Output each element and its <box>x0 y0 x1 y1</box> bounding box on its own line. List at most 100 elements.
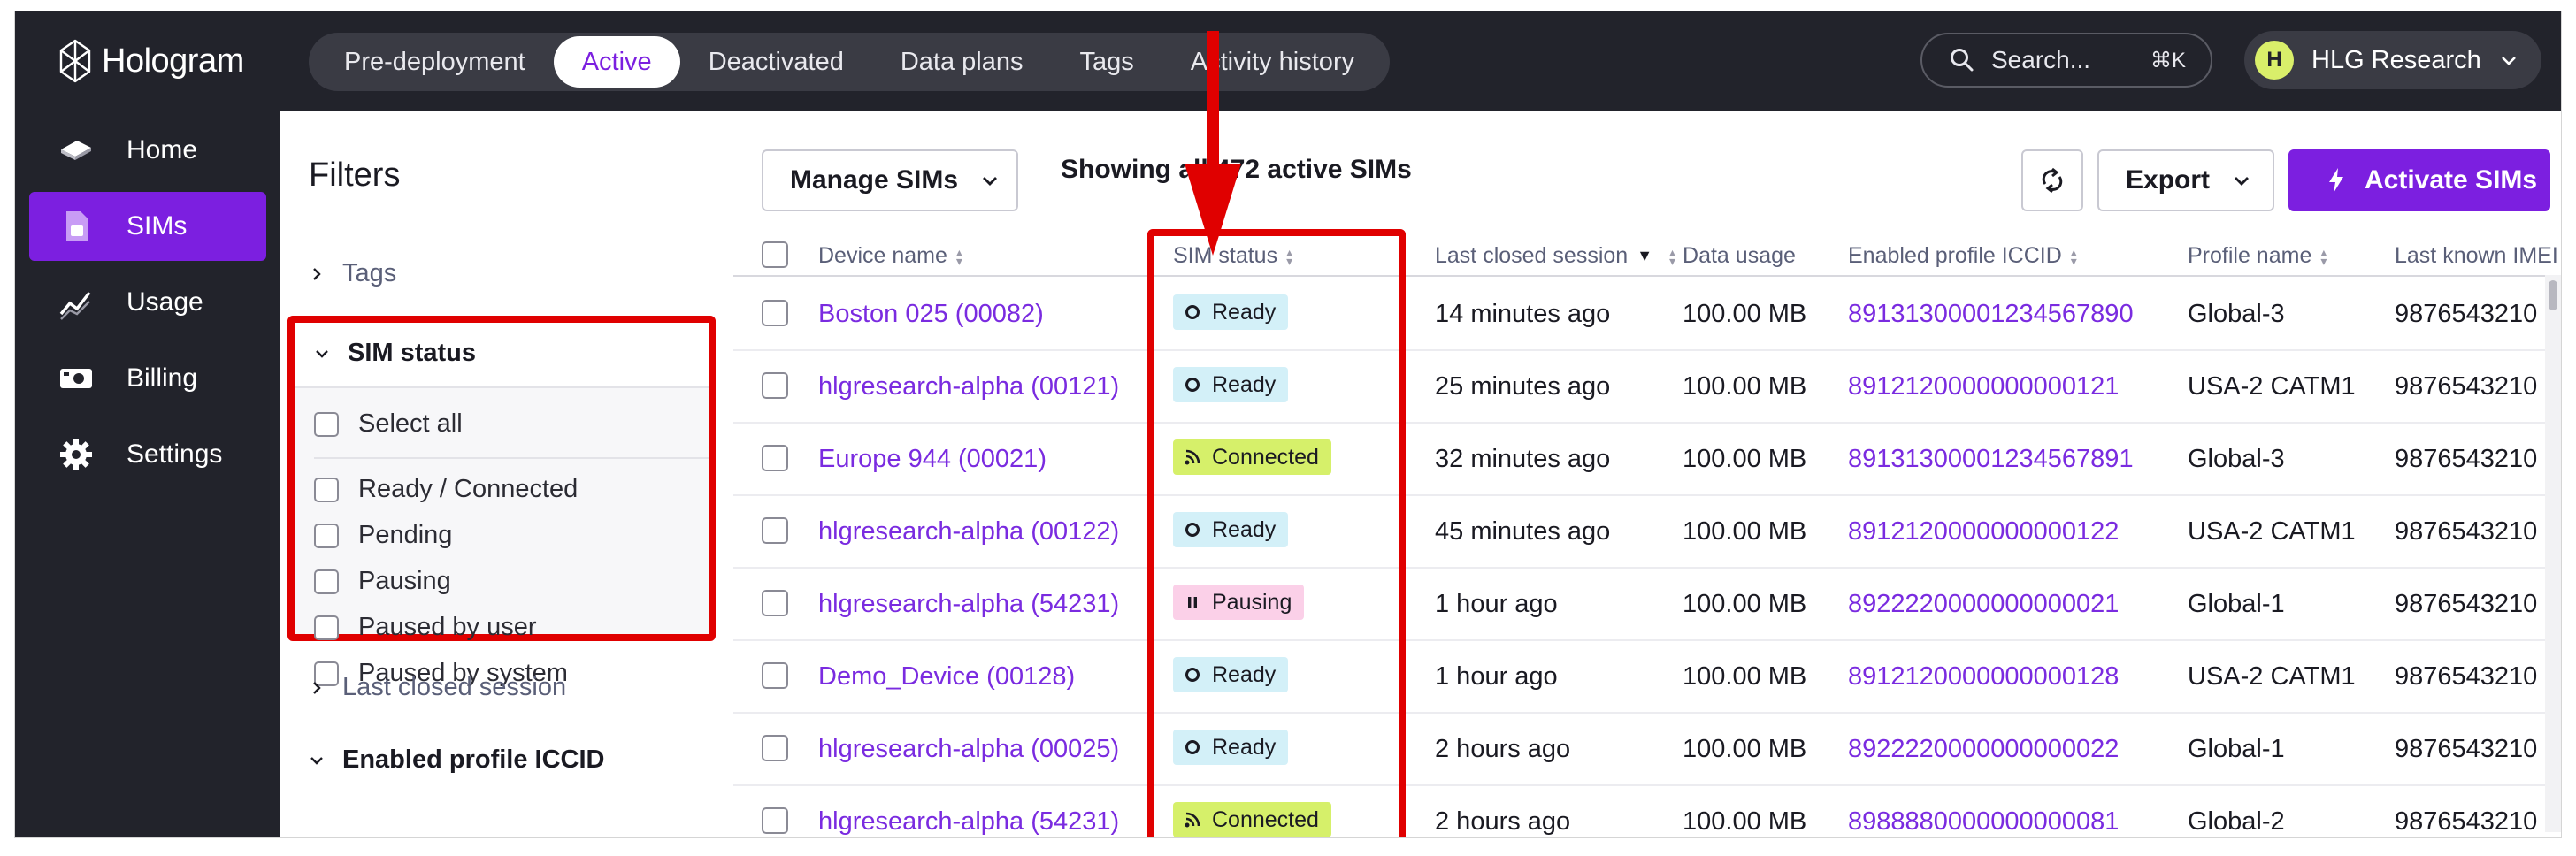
iccid-link[interactable]: 8922220000000000021 <box>1848 590 2119 619</box>
main-content: Manage SIMs Showing all 472 active SIMs … <box>733 111 2561 837</box>
sort-icon: ▴ ▾ <box>955 244 962 268</box>
last-closed-session-cell: 32 minutes ago <box>1435 445 1611 473</box>
device-name-link[interactable]: hlgresearch-alpha (00121) <box>818 372 1119 401</box>
table-row[interactable]: Europe 944 (00021) Connected 32 minutes ag… <box>733 422 2561 496</box>
status-option-pausing[interactable]: Pausing <box>314 567 451 596</box>
refresh-button[interactable] <box>2021 149 2083 211</box>
device-name-link[interactable]: hlgresearch-alpha (54231) <box>818 590 1119 619</box>
sidebar-item-billing[interactable]: Billing <box>29 344 266 413</box>
iccid-link[interactable]: 89131300001234567891 <box>1848 445 2134 474</box>
sidebar-item-usage[interactable]: Usage <box>29 268 266 337</box>
tab-data-plans[interactable]: Data plans <box>872 36 1052 88</box>
tab-tags[interactable]: Tags <box>1052 36 1162 88</box>
iccid-link[interactable]: 8922220000000000022 <box>1848 735 2119 764</box>
device-name-link[interactable]: Boston 025 (00082) <box>818 300 1044 329</box>
row-checkbox[interactable] <box>762 445 788 471</box>
tab-active[interactable]: Active <box>553 36 680 88</box>
search-box[interactable]: Search... ⌘K <box>1920 33 2212 88</box>
checkbox[interactable] <box>314 615 339 640</box>
checkbox[interactable] <box>314 569 339 594</box>
iccid-link[interactable]: 89131300001234567890 <box>1848 300 2134 329</box>
iccid-link[interactable]: 8912120000000000121 <box>1848 372 2119 401</box>
device-name-link[interactable]: Demo_Device (00128) <box>818 662 1075 692</box>
status-badge-label: Connected <box>1212 806 1319 832</box>
profile-name-cell: USA-2 CATM1 <box>2188 662 2356 691</box>
device-name-link[interactable]: hlgresearch-alpha (00025) <box>818 735 1119 764</box>
checkbox[interactable] <box>314 411 339 437</box>
row-checkbox[interactable] <box>762 517 788 544</box>
app-window: Hologram Pre-deployment Active Deactivat… <box>14 11 2562 838</box>
imei-cell: 9876543210 <box>2395 517 2538 546</box>
ready-circle-icon <box>1184 303 1201 321</box>
tab-pre-deployment[interactable]: Pre-deployment <box>316 36 554 88</box>
column-device-name[interactable]: Device name ▴ ▾ <box>818 243 962 269</box>
table-row[interactable]: hlgresearch-alpha (00025) Ready 2 hours ag… <box>733 712 2561 786</box>
table-row[interactable]: hlgresearch-alpha (00122) Ready 45 minutes… <box>733 494 2561 569</box>
table-row[interactable]: Demo_Device (00128) Ready 1 hour ago 100.00… <box>733 639 2561 714</box>
select-all-rows-checkbox[interactable] <box>762 241 788 268</box>
ready-circle-icon <box>1184 521 1201 539</box>
status-option-ready-connected[interactable]: Ready / Connected <box>314 475 578 504</box>
manage-sims-button[interactable]: Manage SIMs <box>762 149 1018 211</box>
chevron-down-icon <box>2235 177 2250 186</box>
scrollbar-thumb[interactable] <box>2549 280 2557 310</box>
row-checkbox[interactable] <box>762 300 788 326</box>
last-closed-session-cell: 25 minutes ago <box>1435 372 1611 401</box>
account-menu[interactable]: H HLG Research <box>2244 31 2542 89</box>
table-row[interactable]: hlgresearch-alpha (00121) Ready 25 minutes… <box>733 349 2561 424</box>
column-profile-name[interactable]: Profile name ▴ ▾ <box>2188 243 2327 269</box>
sidebar-item-settings[interactable]: Settings <box>29 420 266 489</box>
sidebar: Home SIMs Usage Billing Settings <box>15 111 280 837</box>
hologram-logo[interactable]: Hologram <box>58 36 244 86</box>
sidebar-item-home[interactable]: Home <box>29 116 266 185</box>
refresh-icon <box>2042 167 2063 194</box>
filter-enabled-profile-iccid[interactable]: Enabled profile ICCID <box>309 745 604 775</box>
chevron-right-icon <box>313 267 321 280</box>
tab-deactivated[interactable]: Deactivated <box>680 36 872 88</box>
filter-last-closed-session[interactable]: Last closed session <box>309 673 566 702</box>
iccid-link[interactable]: 8912120000000000122 <box>1848 517 2119 546</box>
last-closed-session-cell: 2 hours ago <box>1435 735 1571 763</box>
device-name-link[interactable]: Europe 944 (00021) <box>818 445 1046 474</box>
row-checkbox[interactable] <box>762 662 788 689</box>
checkbox[interactable] <box>314 477 339 502</box>
search-shortcut: ⌘K <box>2150 48 2186 73</box>
status-option-paused-by-user[interactable]: Paused by user <box>314 613 537 642</box>
usage-icon <box>58 284 95 321</box>
checkbox[interactable] <box>314 523 339 548</box>
column-last-known-imei[interactable]: Last known IMEI▴▾ <box>2395 243 2561 269</box>
activate-sims-button[interactable]: Activate SIMs <box>2288 149 2550 211</box>
device-name-link[interactable]: hlgresearch-alpha (00122) <box>818 517 1119 546</box>
data-usage-cell: 100.00 MB <box>1683 372 1807 401</box>
profile-name-cell: USA-2 CATM1 <box>2188 517 2356 546</box>
checkbox-label: Pausing <box>358 567 451 595</box>
column-label: Device name <box>818 243 947 268</box>
table-row[interactable]: hlgresearch-alpha (54231) Connected 2 hour… <box>733 784 2561 837</box>
select-all-checkbox[interactable]: Select all <box>314 409 463 439</box>
column-data-usage[interactable]: ▴ ▾ Data usage <box>1669 243 1796 269</box>
iccid-link[interactable]: 8912120000000000128 <box>1848 662 2119 692</box>
row-checkbox[interactable] <box>762 372 788 399</box>
row-checkbox[interactable] <box>762 735 788 761</box>
sim-status-header[interactable]: SIM status <box>295 323 709 388</box>
sidebar-item-sims[interactable]: SIMs <box>29 192 266 261</box>
status-badge: Ready <box>1173 657 1289 692</box>
checkbox-label: Ready / Connected <box>358 475 579 503</box>
sim-status-filter: SIM status Select all Ready / Connected … <box>288 316 716 687</box>
export-button[interactable]: Export <box>2097 149 2274 211</box>
scrollbar[interactable] <box>2545 275 2561 832</box>
table-row[interactable]: hlgresearch-alpha (54231) Pausing 1 hour a… <box>733 567 2561 641</box>
filter-tags[interactable]: Tags <box>309 259 396 288</box>
filter-sim-status[interactable]: SIM status <box>314 339 476 368</box>
column-last-closed-session[interactable]: Last closed session ▼ <box>1435 243 1652 269</box>
table-row[interactable]: Boston 025 (00082) Ready 14 minutes ago 100… <box>733 277 2561 351</box>
last-closed-session-cell: 45 minutes ago <box>1435 517 1611 546</box>
table-header: Device name ▴ ▾ SIM status ▴ ▾ Last closed s… <box>733 233 2561 277</box>
status-option-pending[interactable]: Pending <box>314 521 452 550</box>
column-enabled-profile-iccid[interactable]: Enabled profile ICCID ▴ ▾ <box>1848 243 2077 269</box>
row-checkbox[interactable] <box>762 590 788 616</box>
row-checkbox[interactable] <box>762 807 788 834</box>
status-badge-label: Ready <box>1212 734 1276 760</box>
device-name-link[interactable]: hlgresearch-alpha (54231) <box>818 807 1119 837</box>
iccid-link[interactable]: 8988880000000000081 <box>1848 807 2119 837</box>
